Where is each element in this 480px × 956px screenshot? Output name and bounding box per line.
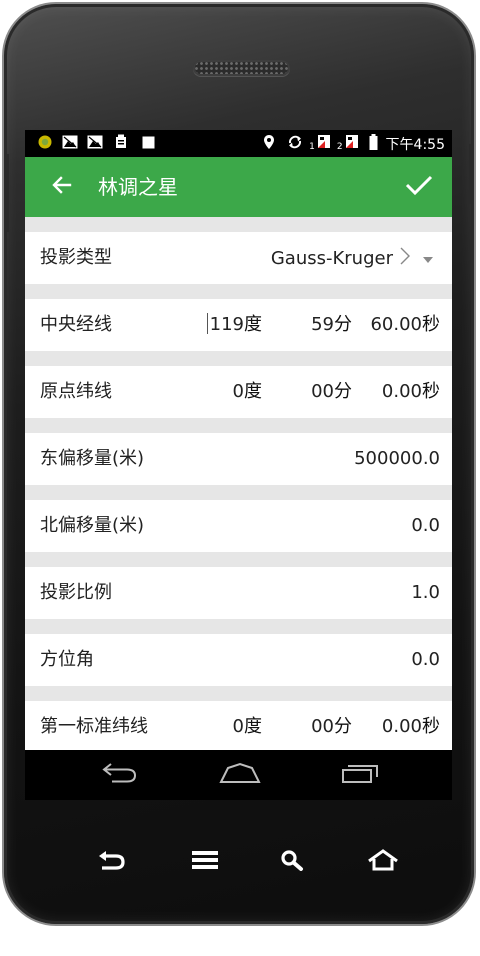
degrees-unit: 度 (244, 716, 262, 737)
projection-type-value: Gauss-Kruger (270, 247, 393, 269)
row-scale-factor: 投影比例 1.0 (25, 567, 452, 619)
minutes-input[interactable]: 00分 (311, 701, 352, 750)
clock: 下午4:55 (385, 136, 445, 153)
back-icon (97, 849, 127, 875)
notification-icons (37, 134, 155, 154)
system-status-icons: 1 2 下午4:55 (263, 133, 445, 154)
text-cursor (206, 313, 208, 334)
recents-icon (339, 762, 381, 788)
degrees-value: 119 (209, 314, 244, 335)
scale-factor-input[interactable]: 1.0 (411, 567, 440, 619)
minutes-unit: 分 (334, 381, 352, 402)
sim1-label: 1 (309, 141, 315, 152)
volume-button[interactable] (4, 154, 9, 232)
nav-back-button[interactable] (96, 762, 144, 788)
projection-settings-form: 投影类型 Gauss-Kruger 中央经线 119度 59分 60.00秒 原… (25, 217, 452, 750)
hardware-back-button[interactable] (94, 848, 130, 876)
earpiece-speaker (193, 60, 290, 76)
sim2-label: 2 (336, 141, 343, 152)
hardware-search-button[interactable] (274, 848, 310, 876)
seconds-unit: 秒 (422, 381, 440, 402)
minutes-unit: 分 (334, 716, 352, 737)
hardware-menu-button[interactable] (187, 848, 223, 876)
seconds-value: 0.00 (381, 381, 422, 402)
search-icon (280, 849, 304, 875)
minutes-input[interactable]: 00分 (311, 366, 352, 418)
false-easting-input[interactable]: 500000.0 (354, 433, 440, 485)
field-label: 原点纬线 (40, 381, 112, 402)
row-azimuth: 方位角 0.0 (25, 634, 452, 686)
app-bar: 林调之星 (25, 157, 452, 217)
row-projection-type[interactable]: 投影类型 Gauss-Kruger (25, 232, 452, 284)
chevron-right-icon (400, 247, 410, 269)
row-central-meridian: 中央经线 119度 59分 60.00秒 (25, 299, 452, 351)
seconds-unit: 秒 (422, 716, 440, 737)
field-label: 中央经线 (40, 314, 112, 335)
field-label: 东偏移量(米) (40, 448, 145, 469)
row-origin-latitude: 原点纬线 0度 00分 0.00秒 (25, 366, 452, 418)
nav-home-button[interactable] (216, 762, 264, 788)
field-label: 投影类型 (40, 247, 112, 268)
app-notification-icon (37, 134, 53, 154)
nav-recents-button[interactable] (336, 762, 384, 788)
row-false-easting: 东偏移量(米) 500000.0 (25, 433, 452, 485)
clipboard-icon (115, 134, 127, 153)
image-icon (62, 134, 78, 153)
seconds-input[interactable]: 0.00秒 (382, 701, 440, 750)
home-icon (218, 762, 262, 788)
phone-screen: 1 2 下午4:55 林调之星 投影类型 Gauss-Kruger 中央经线 1… (25, 130, 452, 800)
sim-data-icon (317, 134, 331, 153)
degrees-value: 0 (232, 716, 244, 737)
row-first-standard-parallel: 第一标准纬线 0度 00分 0.00秒 (25, 701, 452, 750)
minutes-input[interactable]: 59分 (311, 299, 352, 351)
azimuth-input[interactable]: 0.0 (411, 634, 440, 686)
degrees-input[interactable]: 0度 (233, 366, 262, 418)
field-label: 方位角 (40, 649, 94, 670)
image-icon (87, 134, 103, 153)
seconds-unit: 秒 (422, 314, 440, 335)
dropdown-triangle-icon (423, 249, 433, 268)
back-icon (100, 762, 140, 788)
field-label: 第一标准纬线 (40, 716, 148, 737)
minutes-value: 00 (311, 716, 334, 737)
sync-icon (287, 134, 303, 154)
degrees-unit: 度 (244, 381, 262, 402)
projection-type-select[interactable]: Gauss-Kruger (271, 232, 433, 284)
menu-icon (191, 850, 219, 874)
minutes-unit: 分 (334, 314, 352, 335)
page-title: 林调之星 (98, 175, 178, 199)
system-navigation-bar (25, 750, 452, 800)
minutes-value: 59 (311, 314, 334, 335)
seconds-value: 60.00 (370, 314, 422, 335)
power-button[interactable] (469, 144, 474, 204)
square-icon (142, 134, 155, 153)
field-label: 北偏移量(米) (40, 515, 145, 536)
check-icon (405, 174, 433, 200)
seconds-input[interactable]: 0.00秒 (382, 366, 440, 418)
degrees-input[interactable]: 119度 (206, 299, 262, 351)
status-bar: 1 2 下午4:55 (25, 130, 452, 157)
row-false-northing: 北偏移量(米) 0.0 (25, 500, 452, 552)
arrow-left-icon (52, 176, 72, 198)
sim-data-icon (345, 134, 359, 153)
degrees-value: 0 (232, 381, 244, 402)
seconds-value: 0.00 (381, 716, 422, 737)
confirm-button[interactable] (404, 173, 434, 201)
location-icon (263, 134, 275, 154)
back-button[interactable] (49, 175, 75, 199)
hardware-home-button[interactable] (365, 848, 401, 876)
false-northing-input[interactable]: 0.0 (411, 500, 440, 552)
minutes-value: 00 (311, 381, 334, 402)
field-label: 投影比例 (40, 582, 112, 603)
seconds-input[interactable]: 60.00秒 (370, 299, 440, 351)
home-icon (367, 849, 399, 875)
degrees-unit: 度 (244, 314, 262, 335)
battery-icon (369, 133, 378, 154)
degrees-input[interactable]: 0度 (233, 701, 262, 750)
